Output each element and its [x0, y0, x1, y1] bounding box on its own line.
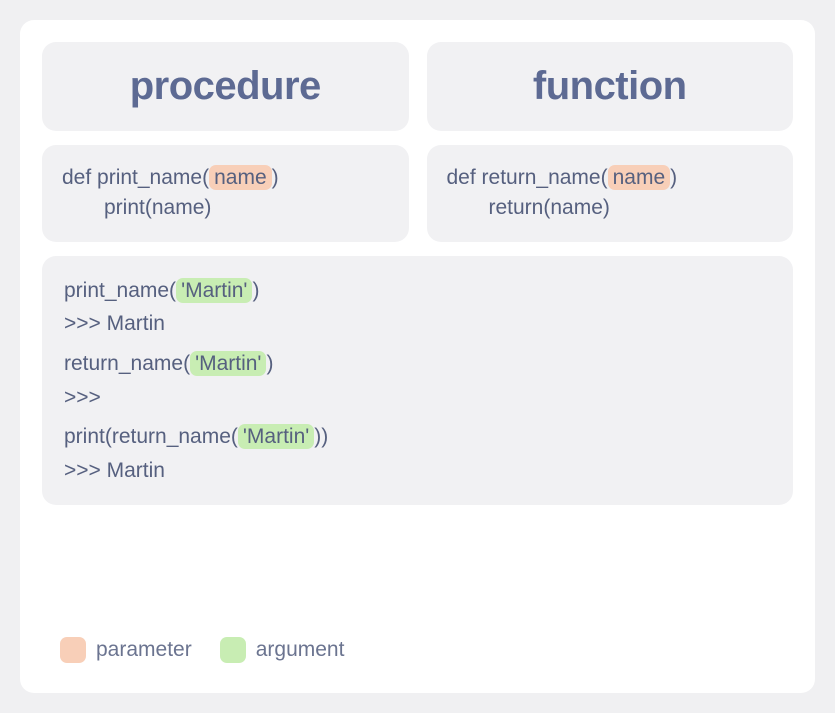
procedure-definition-box: def print_name(name) print(name) — [42, 145, 409, 242]
example-line-3: print(return_name('Martin')) — [64, 420, 771, 454]
example-line-2: return_name('Martin') — [64, 347, 771, 381]
ex2-arg-highlight: 'Martin' — [190, 351, 266, 376]
procedure-param-highlight: name — [209, 165, 272, 190]
ex2-prefix: return_name( — [64, 352, 190, 375]
diagram-card: procedure def print_name(name) print(nam… — [20, 20, 815, 693]
legend-parameter-label: parameter — [96, 638, 192, 662]
function-header-box: function — [427, 42, 794, 131]
ex2-suffix: ) — [266, 352, 273, 375]
function-param-highlight: name — [608, 165, 671, 190]
two-column-row: procedure def print_name(name) print(nam… — [42, 42, 793, 242]
legend-item-parameter: parameter — [60, 637, 192, 663]
argument-swatch — [220, 637, 246, 663]
function-body: return(name) — [447, 193, 774, 223]
function-column: function def return_name(name) return(na… — [427, 42, 794, 242]
examples-box: print_name('Martin') >>> Martin return_n… — [42, 256, 793, 506]
example-line-1: print_name('Martin') — [64, 274, 771, 308]
example-output-3: >>> Martin — [64, 454, 771, 488]
procedure-def-suffix: ) — [272, 166, 279, 189]
ex1-prefix: print_name( — [64, 279, 176, 302]
procedure-title: procedure — [52, 64, 399, 109]
procedure-header-box: procedure — [42, 42, 409, 131]
function-title: function — [437, 64, 784, 109]
function-definition-box: def return_name(name) return(name) — [427, 145, 794, 242]
parameter-swatch — [60, 637, 86, 663]
legend-argument-label: argument — [256, 638, 345, 662]
function-def-suffix: ) — [670, 166, 677, 189]
procedure-body: print(name) — [62, 193, 389, 223]
ex3-arg-highlight: 'Martin' — [238, 424, 314, 449]
legend-item-argument: argument — [220, 637, 345, 663]
example-output-2: >>> — [64, 381, 771, 415]
ex1-suffix: ) — [252, 279, 259, 302]
example-output-1: >>> Martin — [64, 307, 771, 341]
ex1-arg-highlight: 'Martin' — [176, 278, 252, 303]
legend: parameter argument — [60, 637, 344, 663]
procedure-column: procedure def print_name(name) print(nam… — [42, 42, 409, 242]
ex3-suffix: )) — [314, 425, 328, 448]
ex3-prefix: print(return_name( — [64, 425, 238, 448]
procedure-def-prefix: def print_name( — [62, 166, 209, 189]
function-def-prefix: def return_name( — [447, 166, 608, 189]
